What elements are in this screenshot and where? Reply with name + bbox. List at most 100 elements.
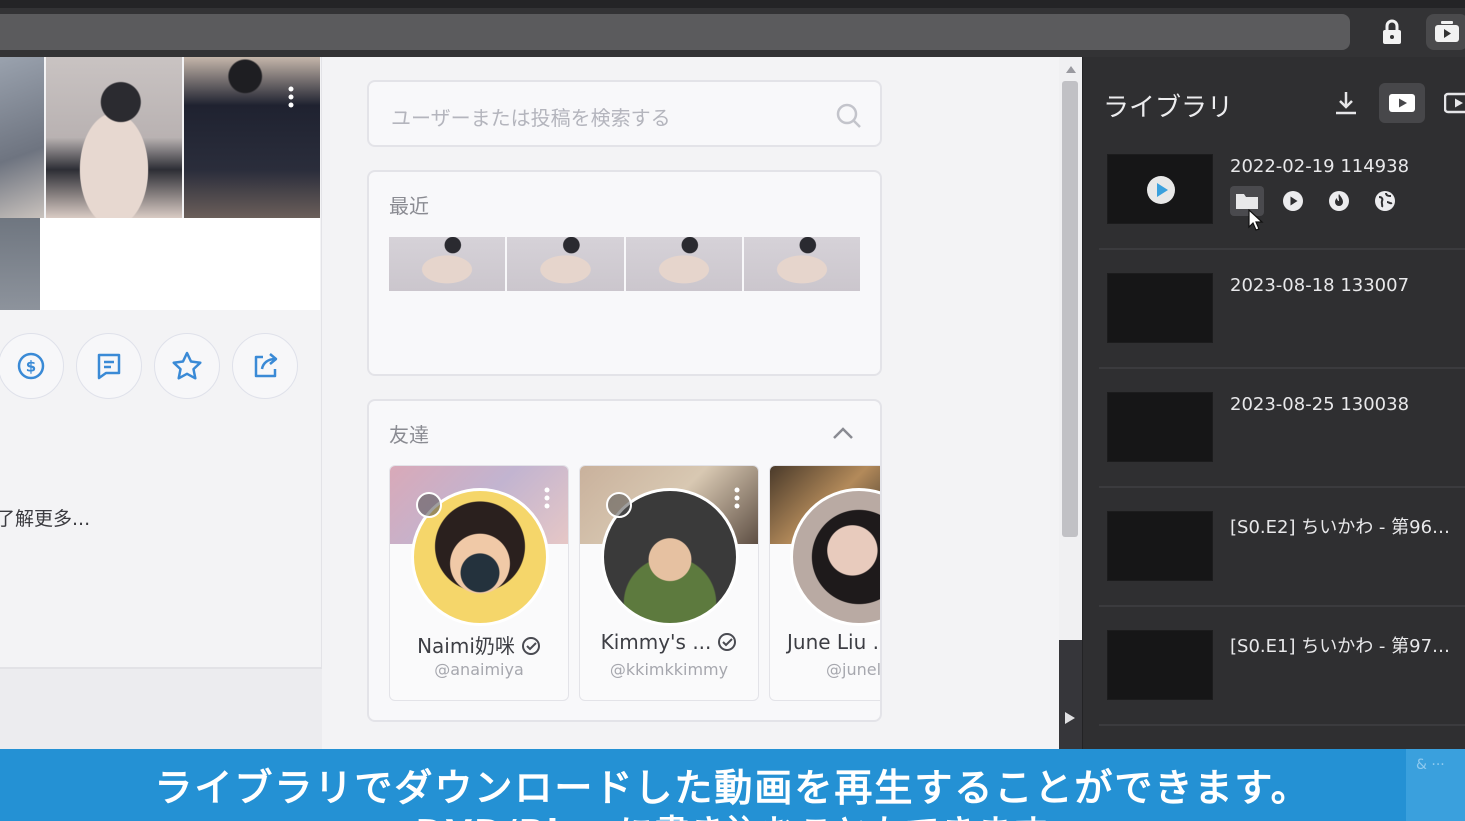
browser-toolbar: [0, 0, 1465, 57]
profile-photo-fragment: [0, 218, 40, 310]
page-scrollbar[interactable]: [1059, 57, 1082, 750]
video-title: 2022-02-19 114938: [1230, 156, 1410, 177]
video-title: [S0.E1] ちいかわ - 第97…: [1230, 636, 1451, 657]
friend-handle: @kkimkkimmy: [609, 660, 729, 679]
friend-card[interactable]: Kimmy's ... @kkimkkimmy: [579, 465, 759, 701]
recent-thumbnail[interactable]: [743, 237, 860, 291]
library-item[interactable]: [S0.E2] ちいかわ - 第96…: [1099, 490, 1465, 607]
recent-card: 最近: [367, 170, 882, 376]
tab-strip: [0, 0, 1465, 8]
panel-toggle[interactable]: [1059, 640, 1082, 750]
video-thumbnail[interactable]: [1107, 511, 1213, 581]
caption-corner: & ···: [1406, 749, 1465, 821]
message-button[interactable]: [76, 333, 142, 399]
library-video-button[interactable]: [1379, 83, 1425, 123]
learn-more-link[interactable]: 了解更多...: [0, 504, 90, 531]
profile-photo[interactable]: [184, 57, 320, 218]
expand-right-icon[interactable]: [1065, 712, 1075, 724]
play-circle-icon: [1283, 191, 1303, 211]
library-item[interactable]: [S0.E1] ちいかわ - 第97…: [1099, 609, 1465, 726]
library-item[interactable]: 2022-02-19 114938: [1099, 133, 1465, 250]
svg-text:$: $: [26, 358, 36, 376]
search-icon[interactable]: [835, 102, 863, 134]
more-options-icon[interactable]: [283, 83, 299, 111]
recent-title: 最近: [389, 194, 429, 218]
divider: [1099, 724, 1465, 726]
friends-title: 友達: [389, 423, 429, 447]
friend-handle: @juneli: [826, 660, 882, 679]
video-title: 2023-08-25 130038: [1230, 394, 1410, 415]
share-button[interactable]: [232, 333, 298, 399]
friend-name: Kimmy's ...: [600, 630, 712, 654]
library-panel: ライブラリ 2022-02-19 114938 2023-08-18 13300…: [1082, 57, 1465, 750]
friend-name-row: Kimmy's ...: [580, 630, 758, 654]
friend-name: June Liu .: [787, 630, 880, 654]
more-options-icon[interactable]: [730, 486, 744, 510]
globe-icon: [1375, 191, 1395, 211]
address-bar[interactable]: [0, 14, 1350, 50]
divider: [1099, 486, 1465, 488]
video-thumbnail[interactable]: [1107, 392, 1213, 462]
favorite-button[interactable]: [154, 333, 220, 399]
profile-info-area: [40, 218, 320, 310]
folder-icon: [1236, 194, 1258, 209]
video-thumbnail[interactable]: [1107, 273, 1213, 343]
friend-card[interactable]: June Liu . @juneli: [769, 465, 882, 701]
badge-icon: [606, 492, 632, 518]
library-item[interactable]: 2023-08-18 133007: [1099, 252, 1465, 369]
download-icon: [1336, 92, 1356, 115]
video-icon: [1444, 92, 1465, 114]
share-icon: [254, 353, 278, 378]
play-mode-button[interactable]: [1435, 83, 1465, 123]
divider: [1099, 367, 1465, 369]
sidebar-column: ユーザーまたは投稿を検索する 最近 友達 Naimi奶咪 @anaimiya K…: [322, 57, 1059, 750]
download-button[interactable]: [1323, 83, 1369, 123]
friends-card: 友達 Naimi奶咪 @anaimiya Kimmy's ... @kkimkk…: [367, 399, 882, 722]
play-overlay-icon[interactable]: [1146, 175, 1176, 205]
burn-icon: [1329, 191, 1349, 211]
badge-icon: [416, 492, 442, 518]
recent-thumbnails: [389, 237, 860, 291]
recent-thumbnail[interactable]: [625, 237, 742, 291]
burn-disc-button[interactable]: [1322, 186, 1356, 216]
photo-strip: [0, 57, 320, 218]
chevron-up-icon[interactable]: [829, 419, 857, 447]
divider: [1099, 605, 1465, 607]
video-thumbnail[interactable]: [1107, 630, 1213, 700]
search-box[interactable]: ユーザーまたは投稿を検索する: [367, 80, 882, 147]
video-title: 2023-08-18 133007: [1230, 275, 1410, 296]
friend-handle: @anaimiya: [434, 660, 524, 679]
lock-icon[interactable]: [1376, 14, 1408, 50]
profile-photo[interactable]: [0, 57, 44, 218]
star-icon: [172, 351, 202, 380]
library-item[interactable]: 2023-08-25 130038: [1099, 371, 1465, 488]
share-web-button[interactable]: [1368, 186, 1402, 216]
mouse-cursor-icon: [1248, 208, 1264, 235]
recent-thumbnail[interactable]: [389, 237, 506, 291]
video-title: [S0.E2] ちいかわ - 第96…: [1230, 517, 1451, 538]
recent-thumbnail[interactable]: [507, 237, 624, 291]
scrollbar-thumb[interactable]: [1062, 81, 1078, 537]
friend-name-row: Naimi奶咪: [390, 630, 568, 659]
caption-line-2: DVD/Bl... に書き込むこともできます: [0, 805, 1465, 821]
verified-icon: [521, 637, 540, 655]
scroll-up-icon[interactable]: [1063, 63, 1079, 75]
friend-card[interactable]: Naimi奶咪 @anaimiya: [389, 465, 569, 701]
dollar-icon: $: [17, 352, 45, 380]
profile-panel: $ 了解更多...: [0, 57, 322, 750]
caption-line-1: ライブラリでダウンロードした動画を再生することができます。: [154, 766, 1311, 810]
search-input[interactable]: ユーザーまたは投稿を検索する: [391, 102, 671, 131]
caption-corner-text: & ···: [1416, 757, 1445, 773]
video-thumbnail[interactable]: [1107, 154, 1213, 224]
video-icon: [1389, 94, 1415, 112]
library-actions: [1323, 83, 1465, 123]
message-icon: [97, 353, 121, 380]
profile-photo[interactable]: [46, 57, 182, 218]
play-button[interactable]: [1276, 186, 1310, 216]
tip-button[interactable]: $: [0, 333, 64, 399]
verified-icon: [718, 633, 737, 651]
extension-video-icon[interactable]: [1426, 14, 1465, 50]
profile-footer: [0, 667, 322, 750]
more-options-icon[interactable]: [540, 486, 554, 510]
screen: $ 了解更多... ユーザーまたは投稿を検索する 最近 友達 Naimi奶咪 @…: [0, 0, 1465, 821]
